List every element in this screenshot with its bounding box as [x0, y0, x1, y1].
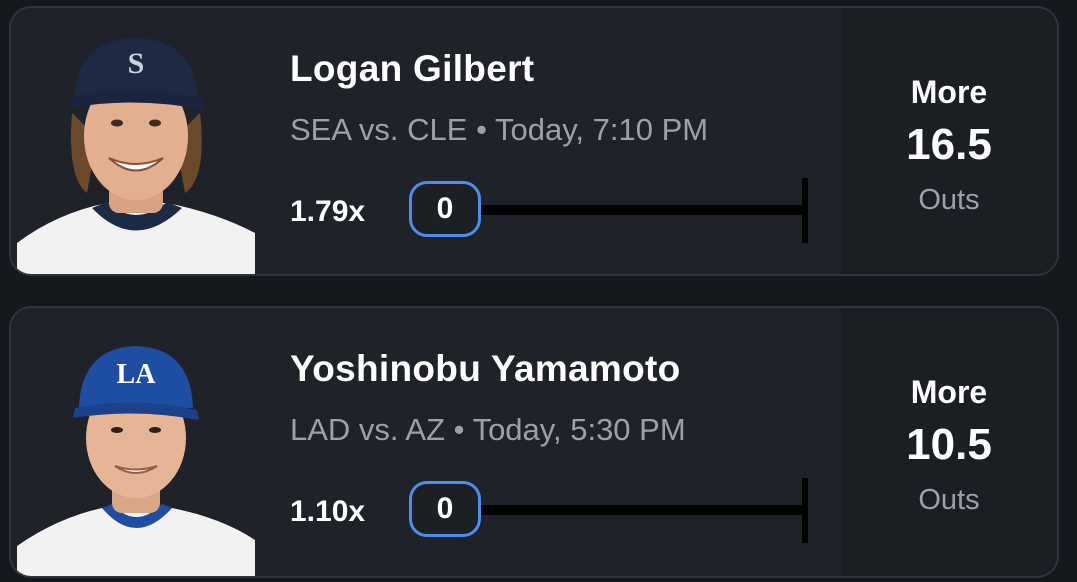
payout-multiplier: 1.79x: [290, 195, 366, 228]
game-info: LAD vs. AZ • Today, 5:30 PM: [290, 412, 686, 447]
pick-selection-panel[interactable]: More 16.5 Outs: [841, 8, 1057, 274]
pick-card-yoshinobu-yamamoto[interactable]: LA Yoshinobu Yamamoto LAD vs. AZ • Today…: [9, 306, 1059, 578]
stat-type: Outs: [918, 484, 980, 516]
pick-card-logan-gilbert[interactable]: S Logan Gilbert SEA vs. CLE • Today, 7:1…: [9, 6, 1059, 276]
pick-direction: More: [910, 74, 988, 110]
current-stat-value: 0: [409, 181, 481, 237]
game-info: SEA vs. CLE • Today, 7:10 PM: [290, 112, 709, 147]
pick-selection-panel[interactable]: More 10.5 Outs: [841, 308, 1057, 576]
cap-logo: LA: [117, 359, 157, 390]
payout-multiplier: 1.10x: [290, 495, 366, 528]
progress-track: [479, 505, 807, 515]
current-stat-value: 0: [409, 481, 481, 537]
pick-direction: More: [910, 374, 988, 410]
progress-track: [479, 205, 807, 215]
player-name: Yoshinobu Yamamoto: [290, 348, 681, 389]
player-name: Logan Gilbert: [290, 48, 535, 89]
stat-type: Outs: [918, 184, 980, 216]
stat-line: 16.5: [906, 120, 992, 169]
player-headshot: LA: [17, 318, 255, 576]
stat-line: 10.5: [906, 420, 992, 469]
player-headshot: S: [17, 18, 255, 274]
progress-target-marker: [802, 478, 808, 543]
progress-target-marker: [802, 178, 808, 243]
cap-logo: S: [128, 47, 145, 80]
